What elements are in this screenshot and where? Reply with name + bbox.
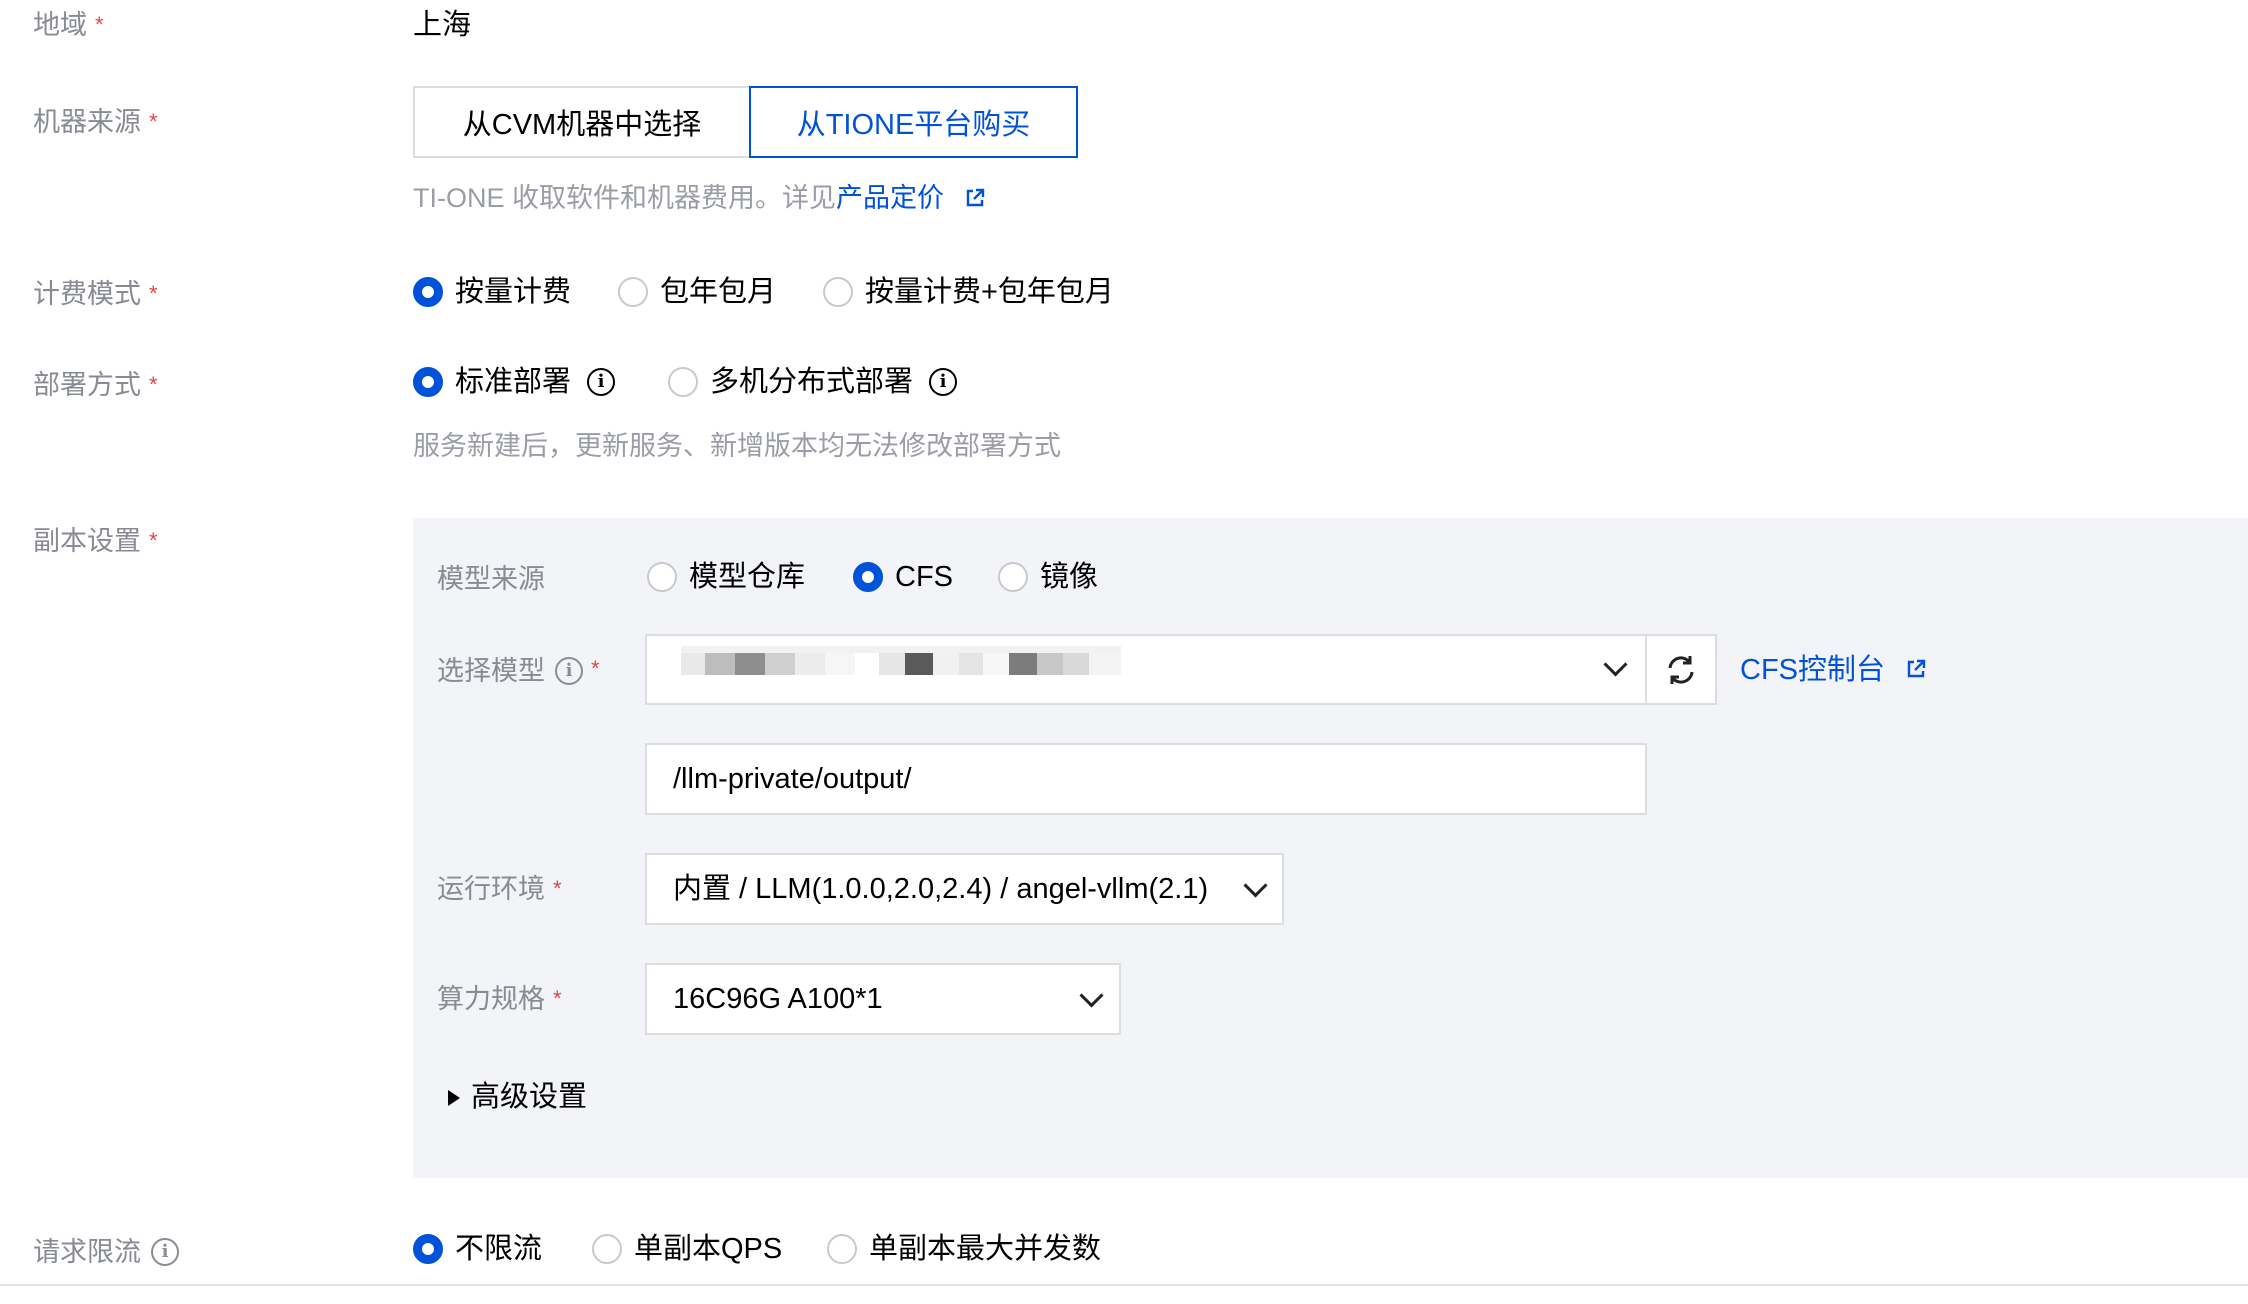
replica-label-text: 副本设置 xyxy=(33,526,141,556)
deploy-option-label: 多机分布式部署 xyxy=(710,365,914,398)
redacted-value-pixels xyxy=(681,646,1121,675)
rate-limit-option-label: 单副本QPS xyxy=(634,1232,783,1265)
runtime-label: 运行环境 * xyxy=(437,876,562,903)
radio-selected[interactable] xyxy=(413,367,443,397)
radio-unselected[interactable] xyxy=(998,562,1028,592)
radio-unselected[interactable] xyxy=(592,1234,622,1264)
machine-source-hint: TI-ONE 收取软件和机器费用。详见产品定价 xyxy=(413,185,986,212)
cfs-path-value: /llm-private/output/ xyxy=(673,762,912,795)
chevron-down-icon xyxy=(1079,983,1104,1008)
machine-source-hint-text: TI-ONE 收取软件和机器费用。详见 xyxy=(413,183,836,213)
required-mark: * xyxy=(591,656,600,681)
select-model-label: 选择模型 i * xyxy=(437,657,600,685)
external-link-icon[interactable] xyxy=(964,187,986,209)
billing-option-label: 按量计费 xyxy=(455,275,572,308)
required-mark: * xyxy=(149,372,158,397)
machine-source-label-text: 机器来源 xyxy=(33,107,141,137)
required-mark: * xyxy=(149,109,158,134)
info-icon[interactable]: i xyxy=(929,368,958,396)
radio-selected[interactable] xyxy=(413,1234,443,1264)
info-icon[interactable]: i xyxy=(151,1238,179,1266)
refresh-button[interactable] xyxy=(1645,634,1717,705)
region-label-text: 地域 xyxy=(33,10,87,40)
compute-dropdown[interactable]: 16C96G A100*1 xyxy=(645,963,1121,1035)
billing-option-label: 包年包月 xyxy=(660,275,777,308)
rate-limit-label-text: 请求限流 xyxy=(33,1236,141,1267)
model-source-option-image[interactable]: 镜像 xyxy=(998,562,1098,592)
billing-label: 计费模式 * xyxy=(33,281,158,308)
required-mark: * xyxy=(553,986,562,1011)
deploy-hint: 服务新建后，更新服务、新增版本均无法修改部署方式 xyxy=(413,431,1061,461)
rate-limit-option-label: 单副本最大并发数 xyxy=(869,1232,1102,1265)
radio-unselected[interactable] xyxy=(647,562,677,592)
rate-limit-option-label: 不限流 xyxy=(455,1232,543,1265)
runtime-value: 内置 / LLM(1.0.0,2.0,2.4) / angel-vllm(2.1… xyxy=(673,872,1209,905)
billing-label-text: 计费模式 xyxy=(33,279,141,309)
cfs-console-link[interactable]: CFS控制台 xyxy=(1740,656,1927,685)
billing-option-mixed[interactable]: 按量计费+包年包月 xyxy=(823,277,1114,307)
radio-selected[interactable] xyxy=(853,562,883,592)
rate-limit-option-qps[interactable]: 单副本QPS xyxy=(592,1234,782,1264)
billing-option-label: 按量计费+包年包月 xyxy=(865,275,1114,308)
rate-limit-label: 请求限流 i xyxy=(33,1238,179,1266)
select-model-label-text: 选择模型 xyxy=(437,655,545,686)
option-cvm-button[interactable]: 从CVM机器中选择 xyxy=(413,86,749,158)
required-mark: * xyxy=(149,281,158,306)
radio-unselected[interactable] xyxy=(827,1234,857,1264)
deploy-label-text: 部署方式 xyxy=(33,370,141,400)
advanced-settings-label: 高级设置 xyxy=(471,1081,588,1113)
region-label: 地域 * xyxy=(33,12,104,39)
runtime-dropdown[interactable]: 内置 / LLM(1.0.0,2.0,2.4) / angel-vllm(2.1… xyxy=(645,853,1284,925)
refresh-icon xyxy=(1668,655,1694,684)
machine-source-label: 机器来源 * xyxy=(33,109,158,136)
compute-label: 算力规格 * xyxy=(437,986,562,1013)
info-icon[interactable]: i xyxy=(555,657,583,685)
bottom-divider xyxy=(0,1284,2248,1286)
chevron-down-icon xyxy=(1603,652,1628,677)
model-source-option-cfs[interactable]: CFS xyxy=(853,562,953,592)
compute-value: 16C96G A100*1 xyxy=(673,982,883,1015)
deploy-label: 部署方式 * xyxy=(33,372,158,399)
model-source-option-repo[interactable]: 模型仓库 xyxy=(647,562,805,592)
external-link-icon[interactable] xyxy=(1905,658,1927,680)
replica-panel xyxy=(413,518,2248,1178)
info-icon[interactable]: i xyxy=(587,368,616,396)
billing-option-monthly[interactable]: 包年包月 xyxy=(618,277,776,307)
replica-label: 副本设置 * xyxy=(33,528,158,555)
radio-unselected[interactable] xyxy=(668,367,698,397)
compute-label-text: 算力规格 xyxy=(437,984,545,1014)
model-source-option-label: CFS xyxy=(895,560,953,593)
radio-unselected[interactable] xyxy=(618,277,648,307)
deploy-option-distributed[interactable]: 多机分布式部署 i xyxy=(668,365,958,398)
radio-selected[interactable] xyxy=(413,277,443,307)
required-mark: * xyxy=(149,528,158,553)
region-value: 上海 xyxy=(413,9,472,41)
cfs-path-input[interactable]: /llm-private/output/ xyxy=(645,743,1647,815)
rate-limit-option-none[interactable]: 不限流 xyxy=(413,1234,542,1264)
required-mark: * xyxy=(95,12,104,37)
machine-source-segmented: 从CVM机器中选择 从TIONE平台购买 xyxy=(413,86,1078,158)
select-model-dropdown[interactable] xyxy=(645,634,1647,705)
caret-right-icon xyxy=(448,1089,460,1106)
billing-option-payg[interactable]: 按量计费 xyxy=(413,277,571,307)
cfs-console-link-text[interactable]: CFS控制台 xyxy=(1740,654,1885,686)
advanced-settings-toggle[interactable]: 高级设置 xyxy=(447,1083,587,1112)
model-source-option-label: 镜像 xyxy=(1040,560,1099,593)
pricing-link[interactable]: 产品定价 xyxy=(836,183,944,213)
deploy-option-standard[interactable]: 标准部署 i xyxy=(413,365,616,398)
model-source-label: 模型来源 xyxy=(437,564,545,594)
runtime-label-text: 运行环境 xyxy=(437,874,545,904)
chevron-down-icon xyxy=(1243,873,1268,898)
radio-unselected[interactable] xyxy=(823,277,853,307)
model-source-option-label: 模型仓库 xyxy=(689,560,806,593)
deploy-option-label: 标准部署 xyxy=(455,365,572,398)
rate-limit-option-concurrency[interactable]: 单副本最大并发数 xyxy=(827,1234,1101,1264)
required-mark: * xyxy=(553,876,562,901)
option-tione-button[interactable]: 从TIONE平台购买 xyxy=(749,86,1078,158)
